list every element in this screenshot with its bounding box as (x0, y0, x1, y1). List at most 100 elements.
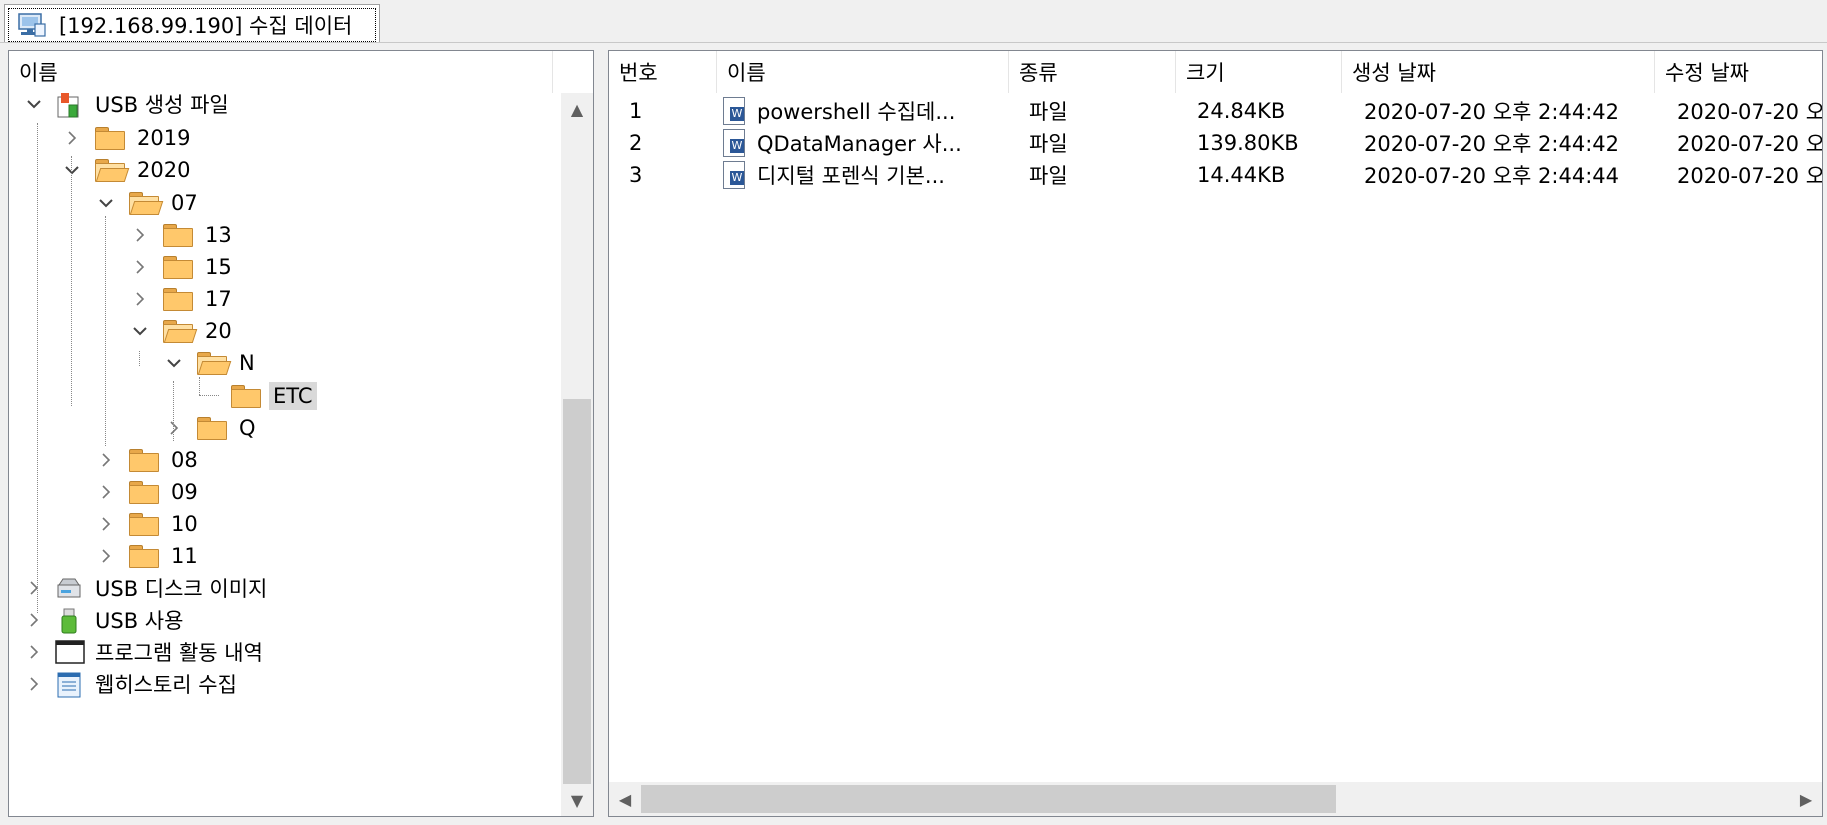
tree-item-label: 17 (205, 287, 232, 311)
tree-item[interactable]: USB 생성 파일 (23, 86, 233, 122)
cell-no: 2 (629, 127, 709, 159)
folder-icon (129, 449, 159, 472)
chevron-right-icon[interactable] (61, 127, 83, 149)
cell-text: 2020-07-20 오후 2:44:42 (1364, 132, 1619, 156)
chevron-right-icon[interactable] (23, 609, 45, 631)
chevron-right-icon[interactable] (95, 481, 117, 503)
tree-item-label: ETC (269, 382, 317, 410)
folder-icon (129, 513, 159, 536)
tree-guide-line (139, 351, 140, 366)
cell-size: 24.84KB (1197, 95, 1337, 127)
tree-item[interactable]: 10 (95, 506, 202, 542)
cell-text: 파일 (1029, 100, 1068, 124)
tree-item[interactable]: USB 디스크 이미지 (23, 570, 271, 606)
tree-vertical-scrollbar[interactable]: ▲ ▼ (561, 93, 593, 816)
tree-item[interactable]: 웹히스토리 수집 (23, 666, 241, 702)
folder-icon (231, 385, 261, 408)
chevron-right-icon[interactable] (95, 545, 117, 567)
tree-item[interactable]: 09 (95, 474, 202, 510)
tree-item[interactable]: Q (163, 410, 260, 446)
tree-guide-line (71, 156, 72, 406)
cell-text: 139.80KB (1197, 131, 1299, 155)
tree-item[interactable]: 2019 (61, 120, 194, 156)
chevron-down-icon[interactable] (129, 320, 151, 342)
cell-text: 디지털 포렌식 기본... (757, 164, 945, 188)
chevron-right-icon[interactable] (129, 224, 151, 246)
cell-text: 2020-07-20 오후 2:44:42 (1364, 100, 1619, 124)
tree-guide-line (199, 395, 219, 396)
chevron-right-icon[interactable] (23, 673, 45, 695)
column-header-modified[interactable]: 수정 날짜 (1655, 51, 1822, 93)
chevron-down-icon[interactable] (61, 159, 83, 181)
cell-created: 2020-07-20 오후 2:44:44 (1364, 159, 1654, 191)
folder-icon (95, 127, 125, 150)
cell-type: 파일 (1029, 159, 1169, 191)
folder-open-icon (129, 192, 164, 215)
tab-strip-line (0, 42, 1827, 43)
scroll-up-arrow-icon[interactable]: ▲ (561, 93, 593, 125)
chevron-right-icon[interactable] (129, 256, 151, 278)
tree-item-label: 08 (171, 448, 198, 472)
chevron-right-icon[interactable] (23, 641, 45, 663)
list-scrollbar-thumb[interactable] (641, 785, 1336, 813)
cell-text: 파일 (1029, 164, 1068, 188)
list-item[interactable]: 3 W 디지털 포렌식 기본... 파일 14.44KB 2020-07-20 오후 2:… (609, 159, 1822, 191)
chevron-down-icon[interactable] (23, 93, 45, 115)
tree-item-label: 07 (171, 191, 198, 215)
cell-text: 2 (629, 131, 643, 155)
scroll-down-arrow-icon[interactable]: ▼ (561, 784, 593, 816)
chevron-right-icon[interactable] (95, 513, 117, 535)
tree-item[interactable]: 08 (95, 442, 202, 478)
scroll-left-arrow-icon[interactable]: ◀ (609, 783, 641, 815)
column-header-name[interactable]: 이름 (717, 51, 1009, 93)
tree-item[interactable]: 20 (129, 313, 236, 349)
cell-text: 14.44KB (1197, 163, 1286, 187)
cell-name: W 디지털 포렌식 기본... (721, 159, 1009, 191)
cell-created: 2020-07-20 오후 2:44:42 (1364, 127, 1654, 159)
web-history-icon (55, 671, 83, 698)
chevron-right-icon[interactable] (95, 449, 117, 471)
tree-item[interactable]: 2020 (61, 152, 194, 188)
tree-item-label: 15 (205, 255, 232, 279)
tree-item[interactable]: ETC (197, 378, 317, 414)
tree-item[interactable]: USB 사용 (23, 602, 187, 638)
tree-item-label: 10 (171, 512, 198, 536)
cell-modified: 2020-07-20 오 (1677, 159, 1822, 191)
tree-item[interactable]: 07 (95, 185, 202, 221)
tab-collected-data[interactable]: [192.168.99.190] 수집 데이터 (4, 4, 380, 42)
scroll-right-arrow-icon[interactable]: ▶ (1790, 783, 1822, 815)
tree-item-label: 웹히스토리 수집 (95, 673, 237, 697)
cell-text: 2020-07-20 오 (1677, 132, 1823, 156)
tree-item-label: USB 사용 (95, 609, 184, 633)
tree-item-label: 20 (205, 319, 232, 343)
chevron-down-icon[interactable] (95, 192, 117, 214)
tree-item-label: 11 (171, 544, 198, 568)
tree-item[interactable]: 15 (129, 249, 236, 285)
list-item[interactable]: 2 W QDataManager 사... 파일 139.80KB 2020-07-20 … (609, 127, 1822, 159)
list-item[interactable]: 1 Wpowershell 수집데... 파일 24.84KB 2020-07-20 오… (609, 95, 1822, 127)
column-header-created[interactable]: 생성 날짜 (1342, 51, 1655, 93)
cell-text: 2020-07-20 오 (1677, 100, 1823, 124)
column-header-type[interactable]: 종류 (1009, 51, 1176, 93)
tree-item[interactable]: 프로그램 활동 내역 (23, 634, 267, 670)
chevron-right-icon[interactable] (23, 577, 45, 599)
cell-created: 2020-07-20 오후 2:44:42 (1364, 95, 1654, 127)
tree-item[interactable]: 11 (95, 538, 202, 574)
tab-focus-rect: [192.168.99.190] 수집 데이터 (8, 8, 376, 42)
tree-item[interactable]: N (163, 345, 259, 381)
tree-item[interactable]: 13 (129, 217, 236, 253)
tree-guide-line (199, 377, 200, 395)
chevron-right-icon[interactable] (129, 288, 151, 310)
column-header-number[interactable]: 번호 (609, 51, 717, 93)
tree-item[interactable]: 17 (129, 281, 236, 317)
chevron-down-icon[interactable] (163, 352, 185, 374)
word-document-icon: W (721, 96, 747, 126)
folder-icon (197, 417, 227, 440)
folder-icon (129, 481, 159, 504)
tree-guide-line (37, 123, 38, 613)
tree-scrollbar-thumb[interactable] (563, 399, 591, 784)
column-header-size[interactable]: 크기 (1176, 51, 1342, 93)
list-horizontal-scrollbar[interactable]: ◀ ▶ (609, 782, 1822, 816)
chevron-right-icon[interactable] (163, 417, 185, 439)
